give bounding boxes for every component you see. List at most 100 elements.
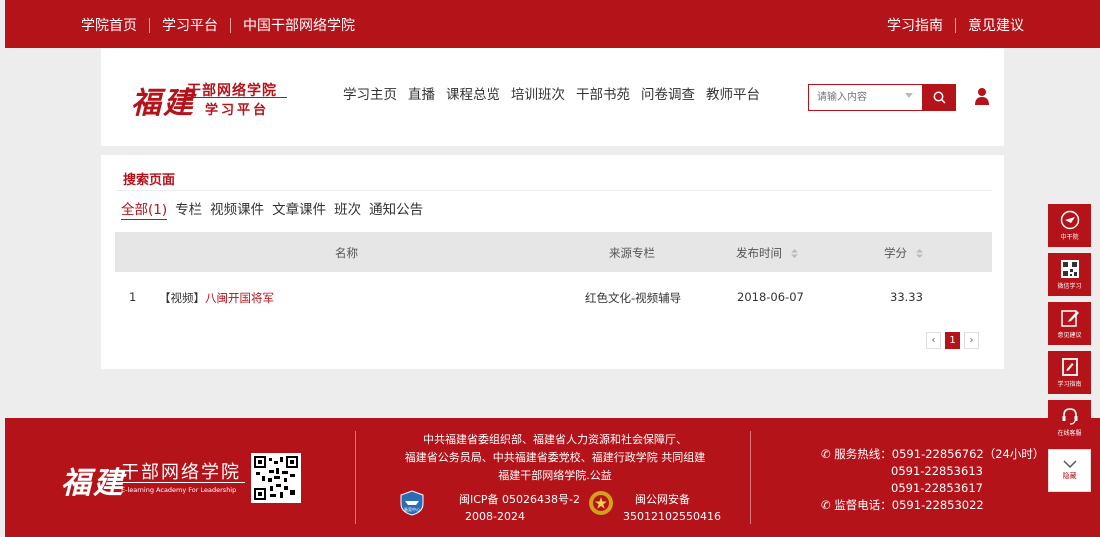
search-results-panel: 搜索页面 全部(1) 专栏 视频课件 文章课件 班次 通知公告 名称 来源专栏 … — [101, 155, 1004, 369]
org-line: 福建干部网络学院.公益 — [498, 469, 612, 482]
icp-number[interactable]: 闽ICP备 05026438号-2 — [459, 491, 580, 508]
chevron-down-icon — [1062, 460, 1077, 469]
nav-survey[interactable]: 问卷调查 — [641, 83, 695, 103]
col-credit[interactable]: 学分 — [884, 245, 923, 261]
result-tabs: 全部(1) 专栏 视频课件 文章课件 班次 通知公告 — [121, 198, 431, 220]
main-nav: 学习主页 直播 课程总览 培训班次 干部书苑 问卷调查 教师平台 — [343, 83, 771, 103]
nav-courses[interactable]: 课程总览 — [446, 83, 500, 103]
divider — [115, 190, 992, 191]
police-record[interactable]: 闽公网安备 35012102550416 — [623, 491, 721, 525]
hotline-alt: 0591-22853613 — [891, 464, 983, 478]
page-button-current[interactable]: 1 — [945, 332, 960, 349]
col-source: 来源专栏 — [609, 246, 655, 260]
divider — [355, 431, 356, 524]
site-header: 福建 干部网络学院 学习平台 学习主页 直播 课程总览 培训班次 干部书苑 问卷… — [101, 48, 1004, 146]
police-emblem-icon — [589, 491, 613, 515]
col-date-label: 发布时间 — [736, 246, 782, 260]
org-line: 福建省公务员局、中共福建省委党校、福建行政学院 共同组建 — [404, 451, 706, 464]
icp-record[interactable]: 闽ICP备 05026438号-2 2008-2024 — [459, 491, 580, 525]
nav-books[interactable]: 干部书苑 — [576, 83, 630, 103]
sidebar-item-service[interactable]: 在线客服 — [1048, 400, 1091, 443]
row-title-link[interactable]: 八闽开国将军 — [205, 291, 274, 305]
guide-book-icon — [1061, 358, 1078, 376]
qr-code-icon — [251, 453, 301, 503]
supervise-text: 监督电话：0591-22853022 — [834, 498, 984, 512]
col-name: 名称 — [335, 246, 358, 260]
sidebar-item-feedback[interactable]: 意见建议 — [1048, 302, 1091, 345]
top-links-right: 学习指南 意见建议 — [887, 15, 1024, 35]
table-row: 1 【视频】八闽开国将军 红色文化-视频辅导 2018-06-07 33.33 — [115, 280, 992, 314]
nav-classes[interactable]: 培训班次 — [511, 83, 565, 103]
divider — [149, 17, 150, 33]
sidebar-hide-button[interactable]: 隐藏 — [1048, 449, 1091, 492]
sidebar-label: 微信学习 — [1057, 283, 1082, 290]
search-input[interactable] — [809, 85, 901, 110]
tab-video[interactable]: 视频课件 — [210, 198, 264, 220]
col-date[interactable]: 发布时间 — [736, 245, 798, 261]
contact-info: ✆ 服务热线：0591-22856762（24小时） 0591-22853613… — [821, 446, 1044, 514]
footer-org-info: 中共福建省委组织部、福建省人力资源和社会保障厅、 福建省公务员局、中共福建省委党… — [390, 431, 720, 485]
sidebar-item-guide[interactable]: 学习指南 — [1048, 351, 1091, 394]
search-box — [808, 84, 956, 111]
sidebar-label: 在线客服 — [1057, 430, 1082, 437]
hotline: ✆ 服务热线：0591-22856762（24小时） — [821, 446, 1044, 463]
prev-page-button[interactable]: ‹ — [926, 332, 941, 349]
footer-logo-title: 干部网络学院 — [121, 462, 241, 483]
sidebar-item-cela[interactable]: 中干院 — [1048, 204, 1091, 247]
badge-label: 备案中心 — [404, 506, 420, 512]
sidebar-item-wechat[interactable]: 微信学习 — [1048, 253, 1091, 296]
tab-notice[interactable]: 通知公告 — [369, 198, 423, 220]
police-number[interactable]: 35012102550416 — [623, 508, 721, 525]
row-title[interactable]: 【视频】八闽开国将军 — [159, 290, 274, 306]
tab-class[interactable]: 班次 — [334, 198, 361, 220]
hotline-text: 服务热线：0591-22856762（24小时） — [834, 447, 1045, 461]
site-footer: 福建 干部网络学院 E-learning Academy For Leaders… — [5, 418, 1100, 537]
user-icon[interactable] — [975, 87, 989, 105]
row-index: 1 — [129, 290, 137, 304]
qr-code-icon — [1060, 260, 1079, 278]
record-center-badge-icon[interactable]: 备案中心 — [399, 490, 425, 516]
top-link-home[interactable]: 学院首页 — [81, 15, 137, 35]
tab-article[interactable]: 文章课件 — [272, 198, 326, 220]
top-link-china-academy[interactable]: 中国干部网络学院 — [243, 15, 355, 35]
nav-live[interactable]: 直播 — [408, 83, 435, 103]
row-source: 红色文化-视频辅导 — [585, 291, 682, 305]
pagination: ‹ 1 › — [926, 332, 979, 349]
dropdown-arrow-icon[interactable] — [905, 93, 913, 98]
sidebar-label: 中干院 — [1060, 234, 1079, 241]
tab-column[interactable]: 专栏 — [175, 198, 202, 220]
footer-logo-script: 福建 — [61, 466, 125, 501]
top-link-feedback[interactable]: 意见建议 — [968, 15, 1024, 35]
supervise-line: ✆ 监督电话：0591-22853022 — [821, 497, 1044, 514]
search-icon — [933, 91, 946, 104]
phone-icon: ✆ — [821, 498, 835, 512]
sort-icon[interactable] — [915, 249, 923, 258]
sidebar-label: 意见建议 — [1057, 332, 1082, 339]
row-credit: 33.33 — [890, 290, 923, 304]
nav-home[interactable]: 学习主页 — [343, 83, 397, 103]
top-links-left: 学院首页 学习平台 中国干部网络学院 — [81, 15, 355, 35]
logo-divider — [187, 97, 287, 98]
divider — [230, 17, 231, 33]
police-label[interactable]: 闽公网安备 — [623, 491, 721, 508]
hotline-alt: 0591-22853617 — [891, 481, 983, 495]
sort-icon[interactable] — [790, 249, 798, 258]
search-button[interactable] — [922, 84, 956, 111]
row-type: 【视频】 — [159, 291, 205, 305]
divider — [955, 17, 956, 33]
divider — [750, 431, 751, 524]
top-link-platform[interactable]: 学习平台 — [162, 15, 218, 35]
logo-subtitle[interactable]: 学习平台 — [205, 99, 269, 118]
cela-logo-icon — [1060, 210, 1079, 230]
logo-script[interactable]: 福建 — [131, 78, 195, 122]
table-header: 名称 来源专栏 发布时间 学分 — [115, 232, 992, 272]
next-page-button[interactable]: › — [964, 332, 979, 349]
tab-all[interactable]: 全部(1) — [121, 198, 168, 220]
row-date: 2018-06-07 — [737, 290, 804, 304]
nav-teacher[interactable]: 教师平台 — [706, 83, 760, 103]
phone-icon: ✆ — [821, 447, 835, 461]
top-bar: 学院首页 学习平台 中国干部网络学院 学习指南 意见建议 — [5, 0, 1100, 48]
top-link-guide[interactable]: 学习指南 — [887, 15, 943, 35]
headset-icon — [1062, 408, 1077, 425]
icp-years: 2008-2024 — [465, 510, 525, 523]
